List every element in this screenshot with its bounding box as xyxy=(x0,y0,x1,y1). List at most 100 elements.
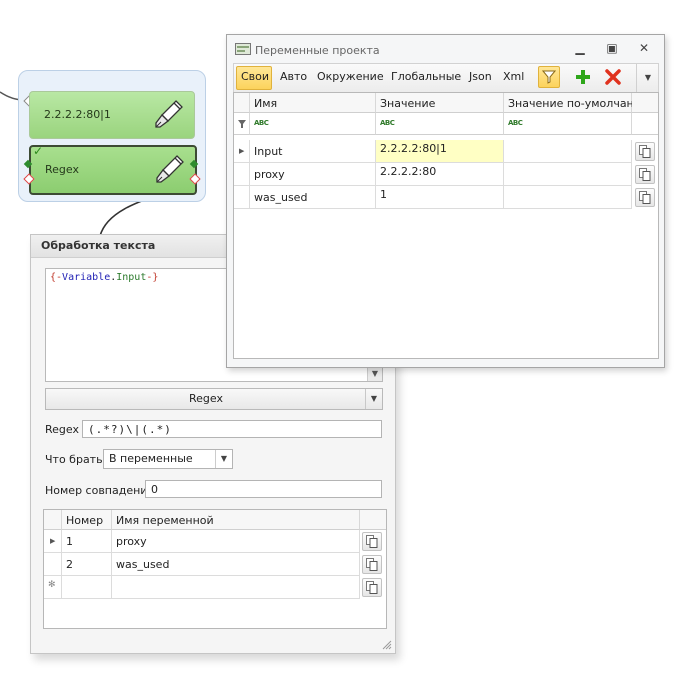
table-cell-value[interactable]: 2.2.2.2:80 xyxy=(376,163,504,186)
row-arrow-icon: ▶ xyxy=(239,147,245,155)
tab-global[interactable]: Глобальные xyxy=(391,70,461,83)
cell-value-text: 1 xyxy=(380,188,387,201)
variables-toolbar: Свои Авто Окружение Глобальные Json Xml … xyxy=(233,63,659,93)
new-row-icon: ✻ xyxy=(48,580,56,590)
table-cell-number[interactable]: 1 xyxy=(62,530,112,553)
column-header-variable[interactable]: Имя переменной xyxy=(112,510,360,530)
copy-button[interactable] xyxy=(362,555,382,574)
table-cell-name[interactable]: proxy xyxy=(250,163,376,186)
copy-button[interactable] xyxy=(635,165,655,184)
grid-corner xyxy=(44,510,62,530)
project-variables-window: Переменные проекта ▁ ▣ ✕ Свои Авто Окруж… xyxy=(226,34,665,368)
column-header-variable-label: Имя переменной xyxy=(116,514,214,527)
row-indicator[interactable] xyxy=(234,163,250,186)
copy-button[interactable] xyxy=(362,578,382,597)
row-indicator[interactable] xyxy=(44,553,62,576)
copy-icon xyxy=(366,535,378,548)
column-header-number[interactable]: Номер xyxy=(62,510,112,530)
grid-header-blank xyxy=(360,510,386,530)
match-number-value: 0 xyxy=(151,483,158,496)
column-header-name[interactable]: Имя xyxy=(250,93,376,113)
table-cell-default[interactable] xyxy=(504,186,632,209)
code-variable-name: Input xyxy=(116,272,147,283)
chevron-down-icon[interactable]: ▼ xyxy=(215,450,232,468)
filter-cell-default[interactable]: ABC xyxy=(504,113,632,135)
pen-icon xyxy=(155,100,183,128)
cell-name-text: was_used xyxy=(254,191,308,204)
cell-value-text: 2.2.2.2:80 xyxy=(380,165,437,178)
filter-cell-value[interactable]: ABC xyxy=(376,113,504,135)
column-header-name-label: Имя xyxy=(254,97,278,110)
match-number-input[interactable]: 0 xyxy=(145,480,382,498)
row-indicator[interactable] xyxy=(234,186,250,209)
filter-button[interactable] xyxy=(538,66,560,88)
new-row-indicator[interactable]: ✻ xyxy=(44,576,62,599)
table-cell-number[interactable]: 2 xyxy=(62,553,112,576)
regex-node[interactable]: ✓ Regex xyxy=(29,145,197,195)
table-cell-value[interactable]: 2.2.2.2:80|1 xyxy=(376,140,504,163)
tab-auto[interactable]: Авто xyxy=(280,70,307,83)
cell-name-text: was_used xyxy=(116,558,170,571)
table-cell-name[interactable]: was_used xyxy=(112,553,360,576)
cell-number-text: 2 xyxy=(66,558,73,571)
cell-number-text: 1 xyxy=(66,535,73,548)
filter-cell-name[interactable]: ABC xyxy=(250,113,376,135)
copy-icon xyxy=(639,168,651,181)
node-group: 2.2.2.2:80|1 ✓ Regex xyxy=(18,70,206,202)
variables-table: Имя Значение Значение по-умолчан... ABC … xyxy=(233,92,659,359)
window-title: Переменные проекта xyxy=(255,44,380,57)
take-select-value: В переменные xyxy=(109,452,193,465)
minimize-icon[interactable]: ▁ xyxy=(572,41,588,55)
cell-name-text: proxy xyxy=(254,168,285,181)
row-indicator[interactable]: ▶ xyxy=(234,140,250,163)
copy-button[interactable] xyxy=(362,532,382,551)
regex-input[interactable]: (.*?)\|(.*) xyxy=(82,420,382,438)
window-app-icon xyxy=(235,43,251,55)
table-cell-name[interactable]: Input xyxy=(250,140,376,163)
regex-value: (.*?)\|(.*) xyxy=(88,423,172,436)
column-header-number-label: Номер xyxy=(66,514,104,527)
code-close-brace: -} xyxy=(146,272,159,283)
delete-button[interactable] xyxy=(604,68,622,86)
mode-dropdown-label: Regex xyxy=(189,392,223,405)
window-titlebar[interactable]: Переменные проекта ▁ ▣ ✕ xyxy=(227,35,664,63)
chevron-down-icon[interactable]: ▼ xyxy=(636,64,659,92)
chevron-down-icon[interactable]: ▼ xyxy=(365,389,382,409)
row-indicator[interactable]: ▶ xyxy=(44,530,62,553)
maximize-icon[interactable]: ▣ xyxy=(604,41,620,55)
scroll-down-icon[interactable]: ▼ xyxy=(367,367,382,381)
close-icon[interactable]: ✕ xyxy=(636,41,652,55)
column-header-value[interactable]: Значение xyxy=(376,93,504,113)
new-row-cell-name[interactable] xyxy=(112,576,360,599)
table-cell-name[interactable]: was_used xyxy=(250,186,376,209)
table-cell-value[interactable]: 1 xyxy=(376,186,504,209)
table-cell-default[interactable] xyxy=(504,163,632,186)
new-row-cell-number[interactable] xyxy=(62,576,112,599)
resize-grip-icon[interactable] xyxy=(382,640,392,650)
table-cell-default[interactable] xyxy=(504,140,632,163)
abc-icon: ABC xyxy=(254,119,269,127)
tab-json[interactable]: Json xyxy=(469,70,492,83)
filter-row-indicator xyxy=(234,113,250,135)
cell-name-text: proxy xyxy=(116,535,147,548)
tab-environment[interactable]: Окружение xyxy=(317,70,384,83)
add-button[interactable] xyxy=(574,68,592,86)
proxy-node-label: 2.2.2.2:80|1 xyxy=(44,108,111,121)
grid-corner xyxy=(234,93,250,113)
abc-icon: ABC xyxy=(508,119,523,127)
copy-button[interactable] xyxy=(635,142,655,161)
regex-label: Regex xyxy=(45,423,79,436)
table-cell-name[interactable]: proxy xyxy=(112,530,360,553)
mode-dropdown[interactable]: Regex ▼ xyxy=(45,388,383,410)
abc-icon: ABC xyxy=(380,119,395,127)
proxy-node[interactable]: 2.2.2.2:80|1 xyxy=(29,91,195,139)
cell-name-text: Input xyxy=(254,145,283,158)
panel-title: Обработка текста xyxy=(41,239,156,252)
close-icon xyxy=(605,69,621,85)
row-arrow-icon: ▶ xyxy=(50,537,56,545)
copy-button[interactable] xyxy=(635,188,655,207)
take-select[interactable]: В переменные ▼ xyxy=(103,449,233,469)
column-header-default[interactable]: Значение по-умолчан... xyxy=(504,93,644,113)
tab-xml[interactable]: Xml xyxy=(503,70,524,83)
tab-own[interactable]: Свои xyxy=(241,70,269,83)
